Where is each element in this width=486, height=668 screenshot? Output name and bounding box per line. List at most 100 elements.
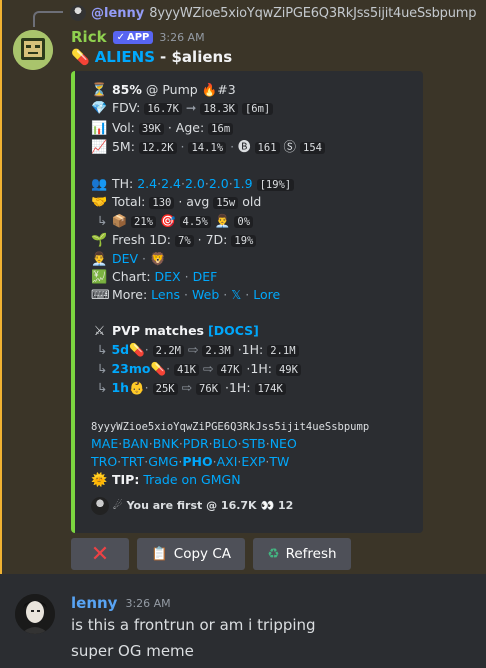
th-value[interactable]: 1.9 <box>233 176 253 191</box>
links-row-2: TRO·TRT·GMG·PHO·AXI·EXP·TW <box>91 454 290 469</box>
footer-line: ☄ You are first @ 16.7K 👀 12 <box>91 497 293 515</box>
total-label: Total: <box>111 194 146 209</box>
fdv-to: 18.3K <box>200 103 238 115</box>
dex-link[interactable]: DEX <box>155 269 181 284</box>
th-line: 👥 TH: 2.4·2.4·2.0·2.0·1.9 [19%] <box>91 175 295 194</box>
pvp-from: 25K <box>152 383 178 395</box>
tro-link[interactable]: TRO <box>91 454 117 469</box>
age-value: 16m <box>208 123 234 135</box>
pct-line: ↳ 📦 21% 🎯 4.5% 👨‍💼 0% <box>91 212 254 231</box>
arrow-right-icon: ⇨ <box>187 342 199 357</box>
reply-author[interactable]: @lenny <box>91 6 144 21</box>
dev-link[interactable]: DEV <box>112 251 138 266</box>
seedling-icon: 🌱 <box>91 233 108 248</box>
pvp-row: ↳ 5d💊· 2.2M ⇨ 2.3M ·1H: 2.1M <box>91 341 299 360</box>
copy-ca-button[interactable]: 📋 Copy CA <box>137 538 245 570</box>
tw-link[interactable]: TW <box>269 454 289 469</box>
5m-sells: 154 <box>300 142 325 154</box>
th-total: [19%] <box>256 179 295 191</box>
contract-address[interactable]: 8yyyWZioe5xioYqwZiPGE6Q3RkJss5ijit4ueSsb… <box>91 421 369 433</box>
pdr-link[interactable]: PDR <box>183 436 209 451</box>
arrow-right-icon: ➞ <box>185 100 197 115</box>
copy-ca-label: Copy CA <box>173 546 231 562</box>
docs-link[interactable]: [DOCS] <box>208 323 259 338</box>
fire-icon: 🔥 <box>201 82 218 97</box>
def-link[interactable]: DEF <box>193 269 218 284</box>
bot-author[interactable]: Rick <box>71 28 107 46</box>
pvp-row: ↳ 23mo💊· 41K ⇨ 47K ·1H: 49K <box>91 360 301 379</box>
lion-icon[interactable]: 🦁 <box>150 251 166 266</box>
pct-3: 0% <box>234 216 254 228</box>
footer-avatar <box>91 497 109 515</box>
refresh-button[interactable]: ♻ Refresh <box>253 538 351 570</box>
web-link[interactable]: Web <box>192 287 219 302</box>
pill-icon: 💊 <box>71 48 90 66</box>
branch-icon: ↳ <box>97 380 108 395</box>
vol-value: 39K <box>138 123 164 135</box>
lens-link[interactable]: Lens <box>151 287 180 302</box>
stb-link[interactable]: STB <box>242 436 266 451</box>
coin-name[interactable]: ALIENS <box>95 48 155 66</box>
dev-person-icon: 👨‍💼 <box>91 252 108 267</box>
bot-avatar[interactable] <box>13 30 53 70</box>
close-button[interactable]: ✕ <box>71 538 129 570</box>
pvp-to: 2.3M <box>202 345 234 357</box>
pvp-1h: 2.1M <box>267 345 299 357</box>
pvp-age[interactable]: 5d <box>111 342 129 357</box>
footer-text: You are first @ 16.7K <box>126 499 257 512</box>
axi-link[interactable]: AXI <box>217 454 238 469</box>
headline: 💊 ALIENS - $aliens <box>71 48 232 66</box>
th-value[interactable]: 2.4 <box>161 176 181 191</box>
gmg-link[interactable]: GMG <box>148 454 178 469</box>
worker-icon: 👨‍💼 <box>214 213 231 228</box>
message-line: is this a frontrun or am i tripping <box>71 616 316 634</box>
fresh-1d: 7% <box>175 235 194 247</box>
blo-link[interactable]: BLO <box>213 436 238 451</box>
pvp-title: PVP matches <box>111 323 204 338</box>
coin-ticker: - $aliens <box>160 48 233 66</box>
user-avatar[interactable] <box>15 594 55 634</box>
fresh-7d-label: · 7D: <box>197 232 228 247</box>
trend-up-icon: 📈 <box>91 140 108 155</box>
pump-pct: 85% <box>111 82 142 97</box>
th-value[interactable]: 2.4 <box>137 176 157 191</box>
pvp-title-line: ⚔ PVP matches [DOCS] <box>91 322 259 341</box>
pvp-age[interactable]: 23mo <box>111 361 150 376</box>
pump-rank: #3 <box>217 82 236 97</box>
lore-link[interactable]: Lore <box>253 287 280 302</box>
pill-icon: 💊 <box>129 342 145 357</box>
chart-line: 💹 Chart: DEX · DEF <box>91 269 218 285</box>
app-badge: ✓ APP <box>112 30 154 44</box>
action-buttons: ✕ 📋 Copy CA ♻ Refresh <box>71 538 351 570</box>
eyes-icon: 👀 <box>260 499 275 512</box>
user-author[interactable]: lenny <box>71 594 117 612</box>
th-value[interactable]: 2.0 <box>185 176 205 191</box>
tip-link[interactable]: Trade on GMGN <box>143 472 240 487</box>
reply-text[interactable]: 8yyyWZioe5xioYqwZiPGE6Q3RkJss5ijit4ueSsb… <box>149 6 476 21</box>
neo-link[interactable]: NEO <box>270 436 297 451</box>
exp-link[interactable]: EXP <box>241 454 265 469</box>
bnk-link[interactable]: BNK <box>153 436 179 451</box>
x-link[interactable]: 𝕏 <box>231 287 241 302</box>
pvp-from: 41K <box>174 364 199 376</box>
th-value[interactable]: 2.0 <box>209 176 229 191</box>
pump-line: ⏳ 85% @ Pump 🔥#3 <box>91 81 236 100</box>
pho-link[interactable]: PHO <box>182 454 212 469</box>
branch-icon: ↳ <box>97 342 108 357</box>
trt-link[interactable]: TRT <box>121 454 144 469</box>
mae-link[interactable]: MAE <box>91 436 118 451</box>
reply-reference[interactable]: @lenny 8yyyWZioe5xioYqwZiPGE6Q3RkJss5iji… <box>70 4 476 22</box>
links-row-1: MAE·BAN·BNK·PDR·BLO·STB·NEO <box>91 436 297 451</box>
chart-icon: 💹 <box>91 270 108 285</box>
target-icon: 🎯 <box>159 213 176 228</box>
fdv-time: [6m] <box>241 103 274 115</box>
5m-label: 5M: <box>111 139 135 154</box>
pvp-age[interactable]: 1h <box>111 380 129 395</box>
app-badge-label: APP <box>126 31 150 43</box>
timestamp: 3:26 AM <box>159 30 205 44</box>
total-value: 130 <box>149 197 175 209</box>
avg-value: 15w <box>213 197 239 209</box>
ban-link[interactable]: BAN <box>122 436 148 451</box>
refresh-label: Refresh <box>285 546 337 562</box>
chart-label: Chart: <box>111 269 151 284</box>
